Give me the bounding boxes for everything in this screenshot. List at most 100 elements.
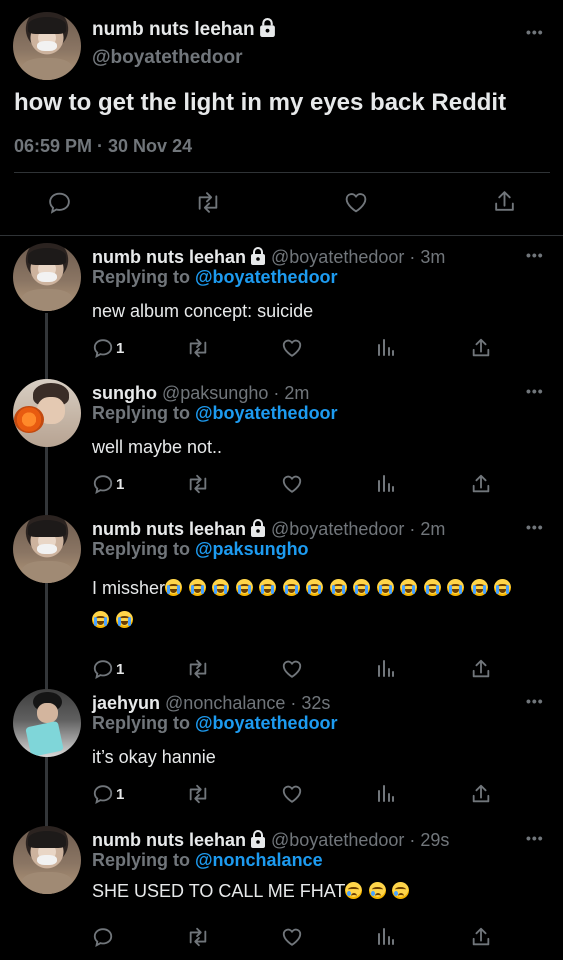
author-display-name[interactable]: numb nuts leehan <box>92 18 276 41</box>
replying-to-label: Replying to <box>92 267 195 287</box>
share-button[interactable] <box>470 783 492 805</box>
views-button[interactable] <box>376 473 396 493</box>
like-icon <box>282 475 302 493</box>
like-icon <box>282 785 302 803</box>
reply-text-content: SHE USED TO CALL ME FHAT <box>92 881 346 901</box>
reply-tweet[interactable]: numb nuts leehan @boyatethedoor · 3m ••• R… <box>0 243 563 367</box>
more-icon[interactable]: ••• <box>526 24 544 40</box>
avatar[interactable] <box>13 243 81 311</box>
retweet-button[interactable] <box>186 783 210 805</box>
crying-face-icon <box>368 882 386 899</box>
like-button[interactable] <box>281 337 303 359</box>
share-button[interactable] <box>470 473 492 495</box>
views-icon <box>378 475 394 492</box>
like-icon <box>345 193 367 213</box>
handle-and-time[interactable]: @paksungho · 2m <box>157 383 309 403</box>
reply-text-content: it’s okay hannie <box>92 747 216 767</box>
retweet-button[interactable] <box>186 473 210 495</box>
handle-and-time[interactable]: @boyatethedoor · 3m <box>266 247 445 267</box>
more-icon[interactable]: ••• <box>526 830 544 846</box>
avatar[interactable] <box>13 379 81 447</box>
loudly-crying-face-icon <box>306 579 324 596</box>
loudly-crying-face-icon <box>259 579 277 596</box>
display-name[interactable]: numb nuts leehan <box>92 830 246 850</box>
reply-button[interactable] <box>92 926 114 948</box>
views-button[interactable] <box>376 658 396 678</box>
retweet-icon <box>189 927 207 947</box>
retweet-button[interactable] <box>186 337 210 359</box>
like-button[interactable] <box>281 473 303 495</box>
reply-header: sungho @paksungho · 2m <box>92 383 309 404</box>
retweet-icon <box>189 784 207 804</box>
like-button[interactable] <box>281 783 303 805</box>
tweet-timestamp[interactable]: 06:59 PM · 30 Nov 24 <box>14 136 192 157</box>
reply-tweet[interactable]: numb nuts leehan @boyatethedoor · 29s •••… <box>0 826 563 956</box>
replying-to: Replying to @boyatethedoor <box>92 713 338 734</box>
share-icon <box>472 338 490 357</box>
display-name[interactable]: jaehyun <box>92 693 160 713</box>
replying-to-label: Replying to <box>92 539 195 559</box>
retweet-button[interactable] <box>186 658 210 680</box>
mention-link[interactable]: @boyatethedoor <box>195 403 338 423</box>
like-button[interactable] <box>281 926 303 948</box>
handle-and-time[interactable]: @boyatethedoor · 29s <box>266 830 449 850</box>
reply-button[interactable]: 1 <box>92 473 124 495</box>
avatar[interactable] <box>13 689 81 757</box>
reply-action-bar: 1 <box>0 658 563 684</box>
display-name[interactable]: numb nuts leehan <box>92 247 246 267</box>
reply-icon <box>93 660 113 680</box>
views-button[interactable] <box>376 926 396 946</box>
like-button[interactable] <box>343 190 369 215</box>
reply-action-bar <box>0 926 563 952</box>
views-button[interactable] <box>376 783 396 803</box>
more-icon[interactable]: ••• <box>526 383 544 399</box>
mention-link[interactable]: @boyatethedoor <box>195 713 338 733</box>
retweet-button[interactable] <box>186 926 210 948</box>
reply-icon <box>93 785 113 805</box>
handle-and-time[interactable]: @nonchalance · 32s <box>160 693 330 713</box>
reply-text-content: new album concept: suicide <box>92 301 314 321</box>
views-button[interactable] <box>376 337 396 357</box>
share-button[interactable] <box>470 337 492 359</box>
share-button[interactable] <box>470 926 492 948</box>
avatar[interactable] <box>13 826 81 894</box>
share-button[interactable] <box>470 658 492 680</box>
reply-header: numb nuts leehan @boyatethedoor · 29s <box>92 830 449 851</box>
more-icon[interactable]: ••• <box>526 519 544 535</box>
replying-to-label: Replying to <box>92 850 195 870</box>
reply-button[interactable]: 1 <box>92 337 124 359</box>
author-handle[interactable]: @boyatethedoor <box>92 47 242 69</box>
more-icon[interactable]: ••• <box>526 247 544 263</box>
reply-header: numb nuts leehan @boyatethedoor · 3m <box>92 247 445 268</box>
main-tweet: numb nuts leehan @boyatethedoor ••• how … <box>0 0 563 240</box>
handle-and-time[interactable]: @boyatethedoor · 2m <box>266 519 445 539</box>
mention-link[interactable]: @boyatethedoor <box>195 267 338 287</box>
more-icon[interactable]: ••• <box>526 693 544 709</box>
mention-link[interactable]: @nonchalance <box>195 850 323 870</box>
display-name[interactable]: sungho <box>92 383 157 403</box>
loudly-crying-face-icon <box>92 611 109 628</box>
avatar[interactable] <box>13 515 81 583</box>
like-button[interactable] <box>281 658 303 680</box>
reply-icon <box>93 475 113 495</box>
display-name[interactable]: numb nuts leehan <box>92 519 246 539</box>
loudly-crying-face-icon <box>212 579 230 596</box>
share-button[interactable] <box>492 189 517 214</box>
crying-face-icon <box>345 882 363 899</box>
reply-text: new album concept: suicide <box>92 295 532 327</box>
reply-button[interactable] <box>47 190 72 215</box>
reply-tweet[interactable]: jaehyun @nonchalance · 32s ••• Replying to… <box>0 689 563 813</box>
retweet-button[interactable] <box>194 190 222 215</box>
replying-to-label: Replying to <box>92 713 195 733</box>
retweet-icon <box>189 338 207 358</box>
avatar[interactable] <box>13 12 81 80</box>
like-icon <box>282 928 302 946</box>
reply-tweet[interactable]: sungho @paksungho · 2m ••• Replying to @bo… <box>0 379 563 503</box>
views-icon <box>378 660 394 677</box>
reply-header: numb nuts leehan @boyatethedoor · 2m <box>92 519 445 540</box>
reply-button[interactable]: 1 <box>92 658 124 680</box>
reply-button[interactable]: 1 <box>92 783 124 805</box>
retweet-icon <box>189 474 207 494</box>
mention-link[interactable]: @paksungho <box>195 539 309 559</box>
reply-tweet[interactable]: numb nuts leehan @boyatethedoor · 2m ••• R… <box>0 515 563 688</box>
